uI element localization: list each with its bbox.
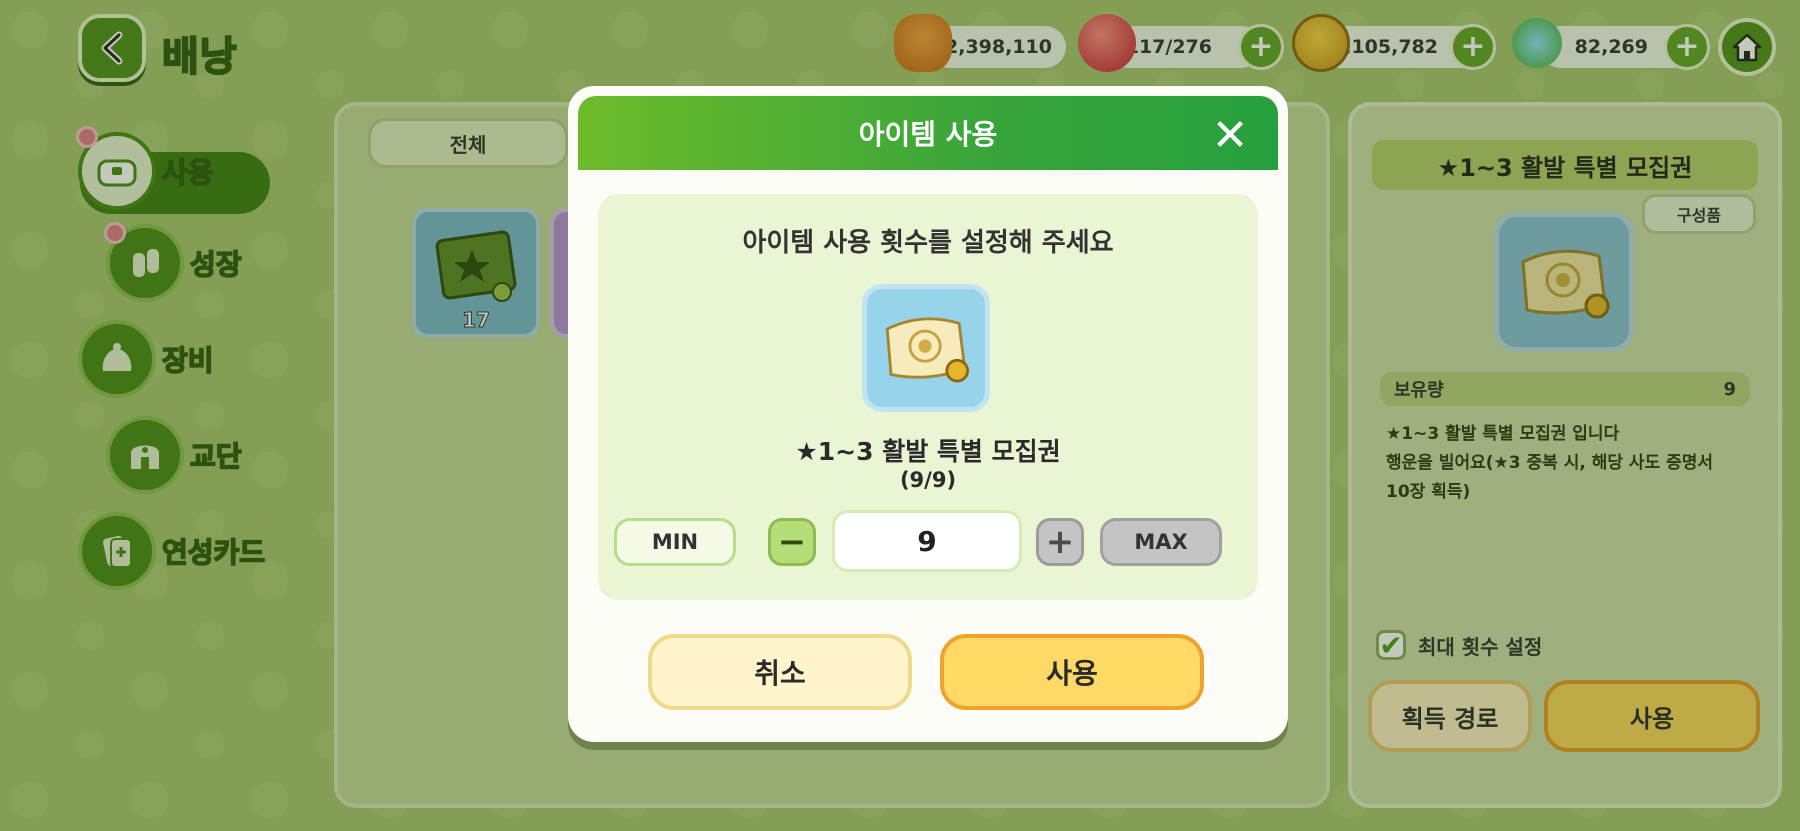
increment-button[interactable]: + [1036, 518, 1084, 566]
golden-ticket-icon [885, 317, 970, 383]
dialog-body: 아이템 사용 횟수를 설정해 주세요 ★1~3 활발 특별 모집권 (9/9) … [598, 194, 1258, 600]
min-button[interactable]: MIN [614, 518, 736, 566]
dialog-item-count: (9/9) [899, 468, 957, 492]
use-button[interactable]: 사용 [940, 634, 1204, 710]
quantity-input[interactable]: 9 [832, 510, 1022, 572]
dialog-item-image [862, 284, 990, 412]
dialog-header: 아이템 사용 ✕ [578, 96, 1278, 170]
close-icon[interactable]: ✕ [1210, 114, 1250, 158]
cancel-button[interactable]: 취소 [648, 634, 912, 710]
max-button[interactable]: MAX [1100, 518, 1222, 566]
dialog-prompt: 아이템 사용 횟수를 설정해 주세요 [742, 228, 1114, 258]
dialog-item-name: ★1~3 활발 특별 모집권 [795, 437, 1061, 466]
decrement-button[interactable]: − [768, 518, 816, 566]
dialog-title: 아이템 사용 [858, 118, 998, 151]
use-item-dialog: 아이템 사용 ✕ 아이템 사용 횟수를 설정해 주세요 ★1~3 활발 특별 모… [568, 86, 1288, 742]
